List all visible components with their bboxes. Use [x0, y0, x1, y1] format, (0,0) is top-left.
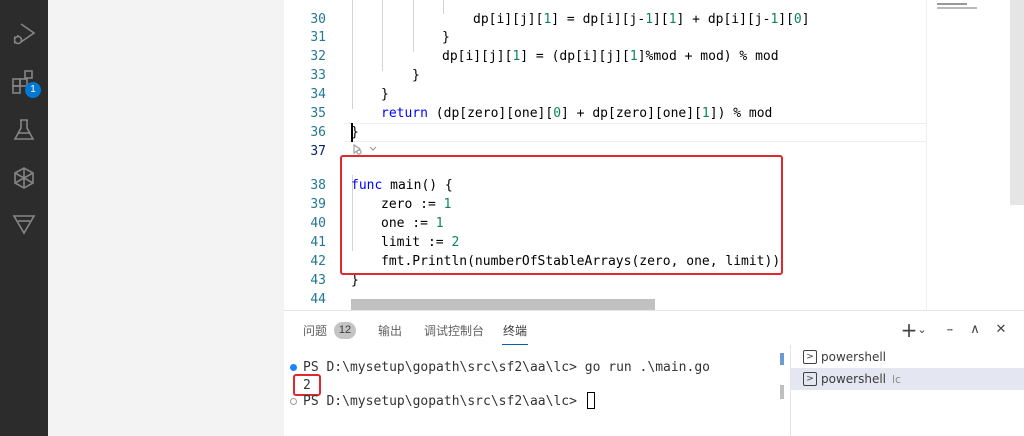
minimap-slider[interactable] [1010, 0, 1024, 205]
activity-bar: 1 [0, 0, 48, 436]
side-panel [48, 0, 284, 436]
tab-output[interactable]: 输出 [378, 322, 402, 340]
gitlens-icon[interactable] [10, 210, 38, 238]
codelens-run-icon[interactable] [352, 141, 382, 155]
more-actions-icon[interactable]: ··· [938, 320, 960, 340]
extensions-badge: 1 [25, 82, 41, 98]
minimap-line [937, 7, 977, 9]
run-debug-icon[interactable] [10, 20, 38, 48]
code-line: 32 dp[i][j][1] = (dp[i][j][1]%mod + mod) … [310, 49, 779, 64]
terminal-line: PS D:\mysetup\gopath\src\sf2\aa\lc> go r… [303, 360, 710, 375]
remote-icon[interactable] [10, 164, 38, 192]
code-line: 35 return (dp[zero][one][0] + dp[zero][on… [310, 106, 773, 121]
problems-count-badge: 12 [334, 322, 356, 339]
minimap-line [937, 3, 967, 5]
active-tab-indicator [502, 344, 528, 345]
close-panel-icon[interactable]: ✕ [990, 320, 1012, 340]
code-line: 31} [310, 30, 450, 45]
terminal-line[interactable]: PS D:\mysetup\gopath\src\sf2\aa\lc> [303, 392, 595, 411]
terminal-icon: > [803, 372, 817, 386]
command-success-icon [290, 364, 297, 371]
tab-debug-console[interactable]: 调试控制台 [424, 322, 484, 340]
tab-terminal[interactable]: 终端 [503, 322, 527, 340]
text-caret [351, 123, 353, 142]
terminal-list-item[interactable]: > powershell lc [791, 368, 1024, 390]
maximize-panel-icon[interactable]: ∧ [964, 320, 986, 340]
horizontal-scrollbar[interactable] [351, 299, 655, 310]
command-idle-icon [290, 398, 297, 405]
terminal-icon: > [803, 350, 817, 364]
annotation-box-main [340, 155, 783, 275]
testing-icon[interactable] [10, 116, 38, 144]
terminal-list-item[interactable]: > powershell [791, 346, 1024, 368]
chevron-down-icon[interactable]: ⌄ [916, 320, 928, 340]
bottom-panel: 问题 12 输出 调试控制台 终端 + ⌄ ··· ∧ ✕ PS D:\myse… [284, 310, 1024, 436]
terminal-list: > powershell > powershell lc [790, 345, 1024, 436]
code-line: 34} [310, 87, 389, 102]
code-line: 36} [310, 125, 359, 140]
tab-problems[interactable]: 问题 [303, 322, 327, 340]
terminal-cursor [586, 392, 595, 409]
terminal-scrollbar[interactable] [780, 353, 784, 399]
code-line: 33} [310, 68, 420, 83]
code-line: 37 [310, 144, 326, 159]
